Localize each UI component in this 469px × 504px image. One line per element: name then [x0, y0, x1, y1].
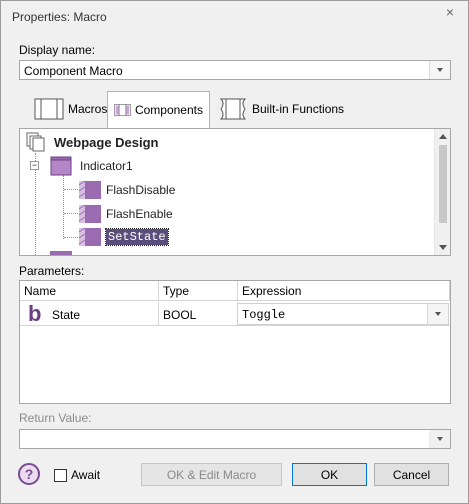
return-value-combo[interactable]: [19, 429, 451, 449]
display-name-value: Component Macro: [24, 64, 123, 78]
tab-macros[interactable]: Macros: [28, 92, 113, 126]
await-label: Await: [71, 468, 101, 482]
component-macro-icon: [78, 227, 101, 246]
chevron-down-icon: [435, 312, 441, 316]
param-name: State: [52, 308, 81, 322]
component-macro-icon: [78, 204, 101, 223]
tree-group-label: Indicator1: [80, 159, 133, 173]
tab-components[interactable]: Components: [107, 91, 210, 128]
tree-root-node[interactable]: Webpage Design: [26, 132, 159, 152]
await-checkbox[interactable]: [54, 469, 67, 482]
expression-combo[interactable]: Toggle: [237, 303, 449, 325]
tab-built-in-functions[interactable]: Built-in Functions: [212, 92, 350, 126]
tree-item-setstate[interactable]: SetState: [78, 227, 169, 247]
window-title: Properties: Macro: [12, 10, 107, 24]
component-icon: [114, 104, 131, 116]
chevron-down-icon: [437, 437, 443, 441]
tab-built-in-functions-label: Built-in Functions: [252, 102, 345, 116]
pages-icon: [26, 132, 45, 152]
display-name-label: Display name:: [19, 43, 96, 57]
tree-item-label: FlashEnable: [106, 207, 173, 221]
column-header-type[interactable]: Type: [159, 281, 238, 301]
tree-root-label: Webpage Design: [54, 134, 159, 150]
return-value-dropdown-button[interactable]: [429, 430, 450, 448]
boolean-type-icon: b: [28, 301, 42, 326]
column-header-name[interactable]: Name: [20, 281, 159, 301]
macro-icon: [34, 98, 64, 120]
tree-item-label: FlashDisable: [106, 183, 176, 197]
component-macro-icon: [78, 180, 101, 199]
tab-macros-label: Macros: [68, 102, 108, 116]
folder-icon: [50, 156, 72, 176]
param-type: BOOL: [163, 308, 197, 322]
return-value-label: Return Value:: [19, 411, 92, 425]
scrollbar-thumb[interactable]: [439, 145, 447, 223]
tree-item-flashdisable[interactable]: FlashDisable: [78, 180, 175, 200]
parameters-label: Parameters:: [19, 264, 85, 278]
display-name-dropdown-button[interactable]: [429, 61, 450, 79]
ok-button[interactable]: OK: [292, 463, 367, 486]
builtin-functions-icon: [219, 98, 247, 120]
scroll-up-icon[interactable]: [439, 134, 447, 139]
table-row[interactable]: b State BOOL Toggle: [20, 302, 450, 326]
chevron-down-icon: [437, 68, 443, 72]
tab-components-label: Components: [134, 103, 203, 117]
column-divider: [158, 302, 159, 326]
tree-line: [63, 175, 64, 239]
folder-icon: [50, 251, 72, 255]
tree-item-flashenable[interactable]: FlashEnable: [78, 204, 173, 224]
tree-line: [64, 213, 78, 214]
expression-dropdown-button[interactable]: [427, 304, 448, 324]
tree-item-selected-label: SetState: [105, 228, 169, 246]
ok-edit-macro-button[interactable]: OK & Edit Macro: [141, 463, 282, 486]
help-icon[interactable]: ?: [18, 463, 40, 485]
collapse-icon[interactable]: −: [30, 161, 39, 170]
svg-text:?: ?: [25, 466, 34, 482]
tree-scrollbar[interactable]: [434, 129, 450, 255]
parameters-grid[interactable]: Name Type Expression b State BOOL Toggle: [19, 280, 451, 404]
column-header-expression[interactable]: Expression: [238, 281, 450, 301]
display-name-combo[interactable]: Component Macro: [19, 60, 451, 80]
tree-line: [64, 189, 78, 190]
cancel-button[interactable]: Cancel: [374, 463, 449, 486]
tree-line: [64, 237, 78, 238]
param-expression: Toggle: [242, 308, 286, 322]
scroll-down-icon[interactable]: [439, 245, 447, 250]
tree-group-indicator1[interactable]: Indicator1: [50, 156, 133, 176]
close-icon[interactable]: ×: [441, 4, 459, 20]
component-tree[interactable]: Webpage Design − Indicator1 FlashDisable…: [19, 128, 451, 256]
